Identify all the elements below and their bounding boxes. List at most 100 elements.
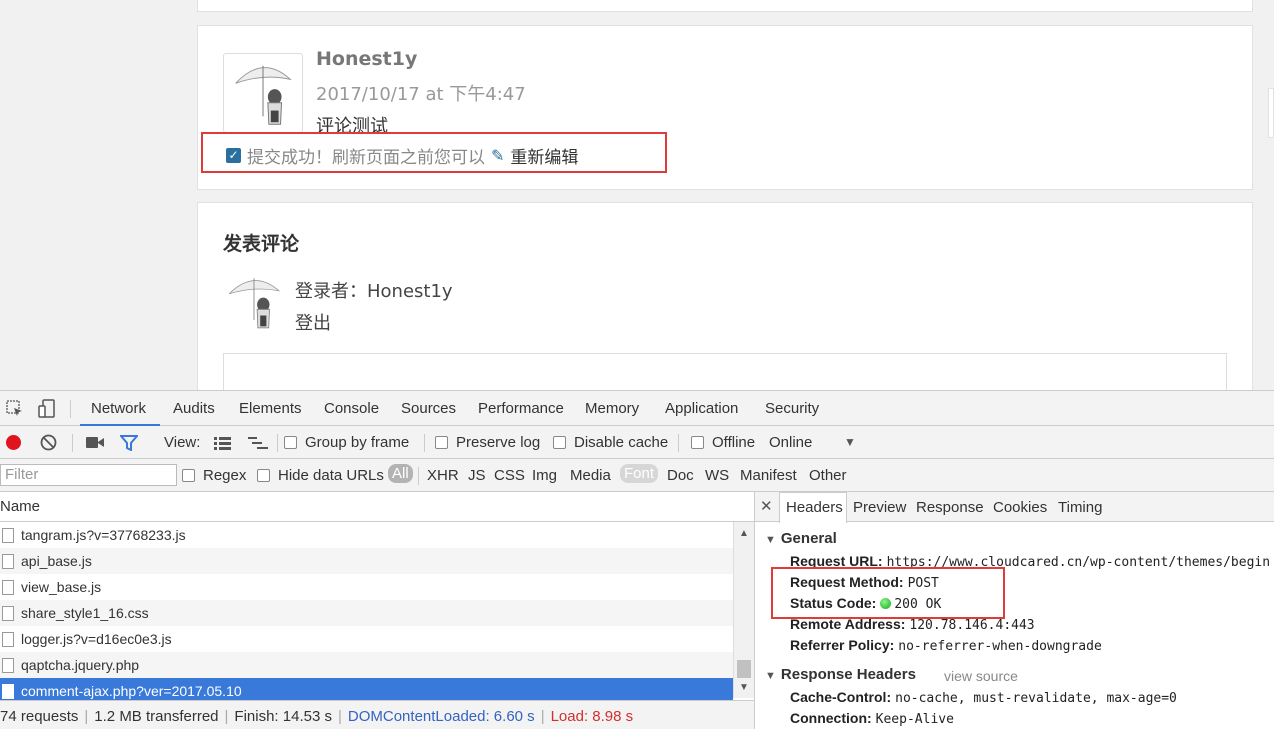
file-icon [2, 527, 14, 543]
filter-doc[interactable]: Doc [667, 467, 694, 484]
tab-response[interactable]: Response [916, 499, 984, 516]
request-detail-pane: ✕ Headers Preview Response Cookies Timin… [754, 492, 1274, 729]
filter-css[interactable]: CSS [494, 467, 525, 484]
filter-xhr[interactable]: XHR [427, 467, 459, 484]
filter-ws[interactable]: WS [705, 467, 729, 484]
tab-preview[interactable]: Preview [853, 499, 906, 516]
tab-performance[interactable]: Performance [478, 400, 564, 417]
previous-card [197, 0, 1253, 12]
request-name: qaptcha.jquery.php [21, 657, 140, 673]
avatar-illustration [228, 278, 281, 329]
notice-text: 提交成功！刷新页面之前您可以 [247, 148, 485, 168]
tab-elements[interactable]: Elements [239, 400, 302, 417]
tab-security[interactable]: Security [765, 400, 819, 417]
request-row[interactable]: tangram.js?v=37768233.js [0, 522, 733, 548]
device-toolbar-icon[interactable] [38, 399, 56, 423]
request-list-scrollbar[interactable]: ▲ ▼ [733, 522, 754, 698]
close-icon[interactable]: ✕ [760, 497, 773, 515]
column-name[interactable]: Name [0, 498, 40, 515]
comment-textarea[interactable] [223, 353, 1227, 390]
response-headers-toggle[interactable]: ▼ Response Headers [765, 666, 916, 683]
filter-media[interactable]: Media [570, 467, 611, 484]
request-name: share_style1_16.css [21, 605, 149, 621]
re-edit-link[interactable]: 重新编辑 [510, 143, 578, 168]
tab-console[interactable]: Console [324, 400, 379, 417]
scrollbar-thumb[interactable] [737, 660, 751, 678]
offline-checkbox[interactable]: Offline [691, 434, 755, 451]
filter-input[interactable]: Filter [0, 464, 177, 486]
cache-control-key: Cache-Control: [790, 689, 892, 705]
filter-js[interactable]: JS [468, 467, 486, 484]
view-label: View: [164, 434, 201, 451]
tab-memory[interactable]: Memory [585, 400, 639, 417]
file-icon [2, 605, 14, 621]
large-rows-icon[interactable] [214, 437, 231, 454]
tab-timing[interactable]: Timing [1058, 499, 1102, 516]
connection-row: Connection: Keep-Alive [790, 710, 954, 727]
avatar[interactable] [223, 53, 303, 133]
file-icon [2, 683, 14, 699]
scroll-up-icon[interactable]: ▲ [739, 528, 749, 539]
submit-success-notice: ✓ 提交成功！刷新页面之前您可以 ✎ 重新编辑 [226, 143, 578, 168]
tab-headers[interactable]: Headers [786, 499, 843, 516]
record-icon[interactable] [5, 434, 22, 455]
request-row[interactable]: share_style1_16.css [0, 600, 733, 626]
request-name: comment-ajax.php?ver=2017.05.10 [21, 683, 242, 699]
check-icon: ✓ [226, 148, 241, 163]
offline-label: Offline [712, 434, 756, 451]
scroll-down-icon[interactable]: ▼ [739, 682, 749, 693]
filter-funnel-icon[interactable] [118, 435, 140, 455]
view-source-link[interactable]: view source [944, 668, 1018, 684]
devtools-tabbar: Network Audits Elements Console Sources … [0, 390, 1274, 427]
throttling-value: Online [769, 434, 813, 451]
webpage-area: Honest1y 2017/10/17 at 下午4:47 评论测试 ✓ 提交成… [0, 0, 1274, 390]
chevron-down-icon[interactable]: ▼ [844, 435, 856, 449]
throttling-select[interactable]: Online [769, 434, 812, 451]
request-row[interactable]: view_base.js [0, 574, 733, 600]
filter-font[interactable]: Font [620, 464, 659, 483]
request-row[interactable]: qaptcha.jquery.php [0, 652, 733, 678]
hide-data-urls-checkbox[interactable]: Hide data URLs [257, 467, 384, 484]
filter-other[interactable]: Other [809, 467, 847, 484]
tab-network[interactable]: Network [91, 400, 146, 417]
tab-audits[interactable]: Audits [173, 400, 215, 417]
filter-manifest[interactable]: Manifest [740, 467, 797, 484]
regex-checkbox[interactable]: Regex [182, 467, 246, 484]
filter-img[interactable]: Img [532, 467, 557, 484]
general-section-toggle[interactable]: ▼ General [765, 530, 837, 547]
remote-address-value: 120.78.146.4:443 [909, 618, 1035, 633]
tab-application[interactable]: Application [665, 400, 738, 417]
referrer-policy-value: no-referrer-when-downgrade [898, 639, 1102, 654]
comment-date: 2017/10/17 at 下午4:47 [316, 84, 526, 105]
general-label: General [780, 530, 837, 547]
edit-icon[interactable]: ✎ [491, 146, 504, 165]
referrer-policy-row: Referrer Policy: no-referrer-when-downgra… [790, 637, 1102, 654]
request-row[interactable]: api_base.js [0, 548, 733, 574]
clear-icon[interactable] [40, 434, 57, 455]
group-by-frame-checkbox[interactable]: Group by frame [284, 434, 409, 451]
transferred-size: 1.2 MB transferred [94, 708, 219, 725]
tab-sources[interactable]: Sources [401, 400, 456, 417]
tab-cookies[interactable]: Cookies [993, 499, 1047, 516]
divider [678, 434, 679, 452]
disable-cache-checkbox[interactable]: Disable cache [553, 434, 668, 451]
preserve-log-checkbox[interactable]: Preserve log [435, 434, 540, 451]
dom-content-loaded: DOMContentLoaded: 6.60 s [347, 708, 535, 725]
file-icon [2, 657, 14, 673]
request-list: tangram.js?v=37768233.js api_base.js vie… [0, 522, 733, 704]
waterfall-overview-icon[interactable] [248, 437, 268, 454]
request-row[interactable]: logger.js?v=d16ec0e3.js [0, 626, 733, 652]
filter-all[interactable]: All [388, 464, 413, 483]
expand-triangle-icon: ▼ [765, 670, 776, 682]
file-icon [2, 579, 14, 595]
preserve-log-label: Preserve log [456, 434, 541, 451]
request-name: api_base.js [21, 553, 92, 569]
filter-bar: Filter Regex Hide data URLs All XHR JS C… [0, 459, 1274, 492]
load-time: Load: 8.98 s [550, 708, 634, 725]
logout-link[interactable]: 登出 [295, 309, 331, 335]
screenshot-camera-icon[interactable] [86, 436, 104, 453]
comment-author[interactable]: Honest1y [316, 48, 417, 70]
devtools-panel: Network Audits Elements Console Sources … [0, 390, 1274, 729]
avatar [223, 269, 285, 331]
inspect-element-icon[interactable] [6, 400, 24, 422]
